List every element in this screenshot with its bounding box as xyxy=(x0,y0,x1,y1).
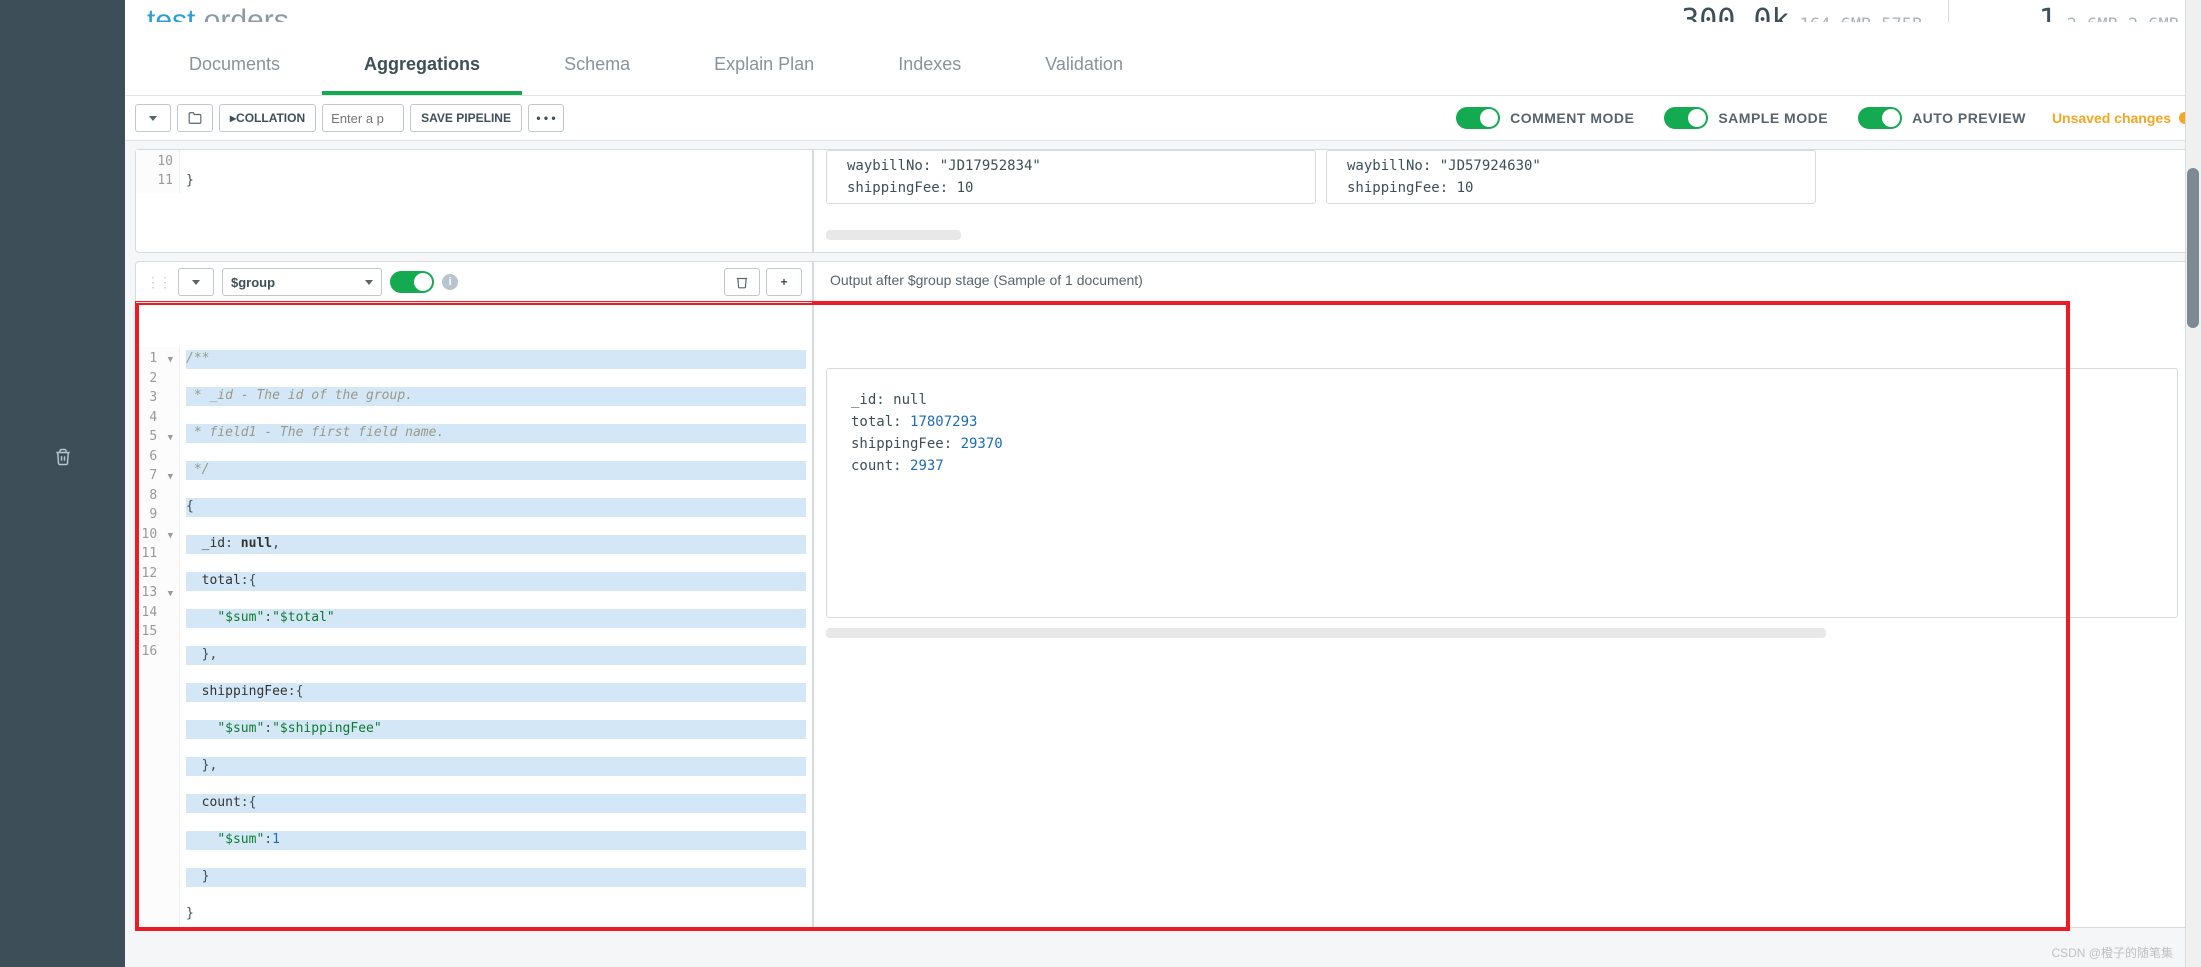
comment-mode-toggle[interactable] xyxy=(1456,107,1500,129)
group-stage-card: ⋮⋮ $group i + 1 ▼2 xyxy=(135,261,2191,928)
tab-validation[interactable]: Validation xyxy=(1003,40,1165,95)
sample-mode-label: SAMPLE MODE xyxy=(1718,110,1828,126)
tab-explain-plan[interactable]: Explain Plan xyxy=(672,40,856,95)
vertical-scrollbar-track[interactable] xyxy=(2185,0,2201,967)
horizontal-scrollbar[interactable] xyxy=(826,230,961,240)
result-document: _id: nulltotal: 17807293shippingFee: 293… xyxy=(826,368,2178,618)
pipeline-menu-button[interactable] xyxy=(135,104,171,132)
delete-stage-button[interactable] xyxy=(724,268,760,296)
auto-preview-label: AUTO PREVIEW xyxy=(1912,110,2026,126)
stage-code-editor[interactable]: 1 ▼2 3 4 5 ▼6 7 ▼8 9 10 ▼11 12 13 ▼14 15… xyxy=(136,347,812,927)
watermark: CSDN @橙子的随笔集 xyxy=(2051,944,2173,961)
tab-schema[interactable]: Schema xyxy=(522,40,672,95)
stage-operator-select[interactable]: $group xyxy=(222,268,382,296)
prev-stage-card: 1011 } waybillNo: "JD17952834"shippingFe… xyxy=(135,149,2191,253)
horizontal-scrollbar[interactable] xyxy=(826,628,1826,638)
stage-output-title: Output after $group stage (Sample of 1 d… xyxy=(826,262,2178,298)
pipeline-toolbar: ▸ COLLATION SAVE PIPELINE • • • COMMENT … xyxy=(125,96,2201,141)
tab-bar: DocumentsAggregationsSchemaExplain PlanI… xyxy=(125,40,2201,96)
sample-document: waybillNo: "JD57924630"shippingFee: 10 xyxy=(1326,150,1816,204)
vertical-scrollbar-thumb[interactable] xyxy=(2187,168,2199,328)
more-options-button[interactable]: • • • xyxy=(528,104,564,132)
drag-handle-icon[interactable]: ⋮⋮ xyxy=(146,274,170,291)
auto-preview-toggle[interactable] xyxy=(1858,107,1902,129)
sample-mode-toggle[interactable] xyxy=(1664,107,1708,129)
info-icon[interactable]: i xyxy=(442,274,458,290)
comment-mode-label: COMMENT MODE xyxy=(1510,110,1634,126)
collation-button[interactable]: ▸ COLLATION xyxy=(219,104,316,132)
sample-document: waybillNo: "JD17952834"shippingFee: 10 xyxy=(826,150,1316,204)
open-folder-button[interactable] xyxy=(177,104,213,132)
pipeline-name-input[interactable] xyxy=(322,104,404,132)
collection-stats: DOCUMENTS 300.0k 164.6MB 575B INDEXES 1 … xyxy=(1603,0,2179,22)
tab-documents[interactable]: Documents xyxy=(147,40,322,95)
stage-collapse-button[interactable] xyxy=(178,268,214,296)
tab-indexes[interactable]: Indexes xyxy=(856,40,1003,95)
tab-aggregations[interactable]: Aggregations xyxy=(322,40,522,95)
stage-enable-toggle[interactable] xyxy=(390,271,434,293)
left-sidebar xyxy=(0,0,125,967)
add-stage-button[interactable]: + xyxy=(766,268,802,296)
save-pipeline-button[interactable]: SAVE PIPELINE xyxy=(410,104,522,132)
namespace: test.orders xyxy=(147,4,289,22)
unsaved-changes-indicator: Unsaved changes xyxy=(2052,110,2191,126)
trash-icon[interactable] xyxy=(54,448,72,469)
